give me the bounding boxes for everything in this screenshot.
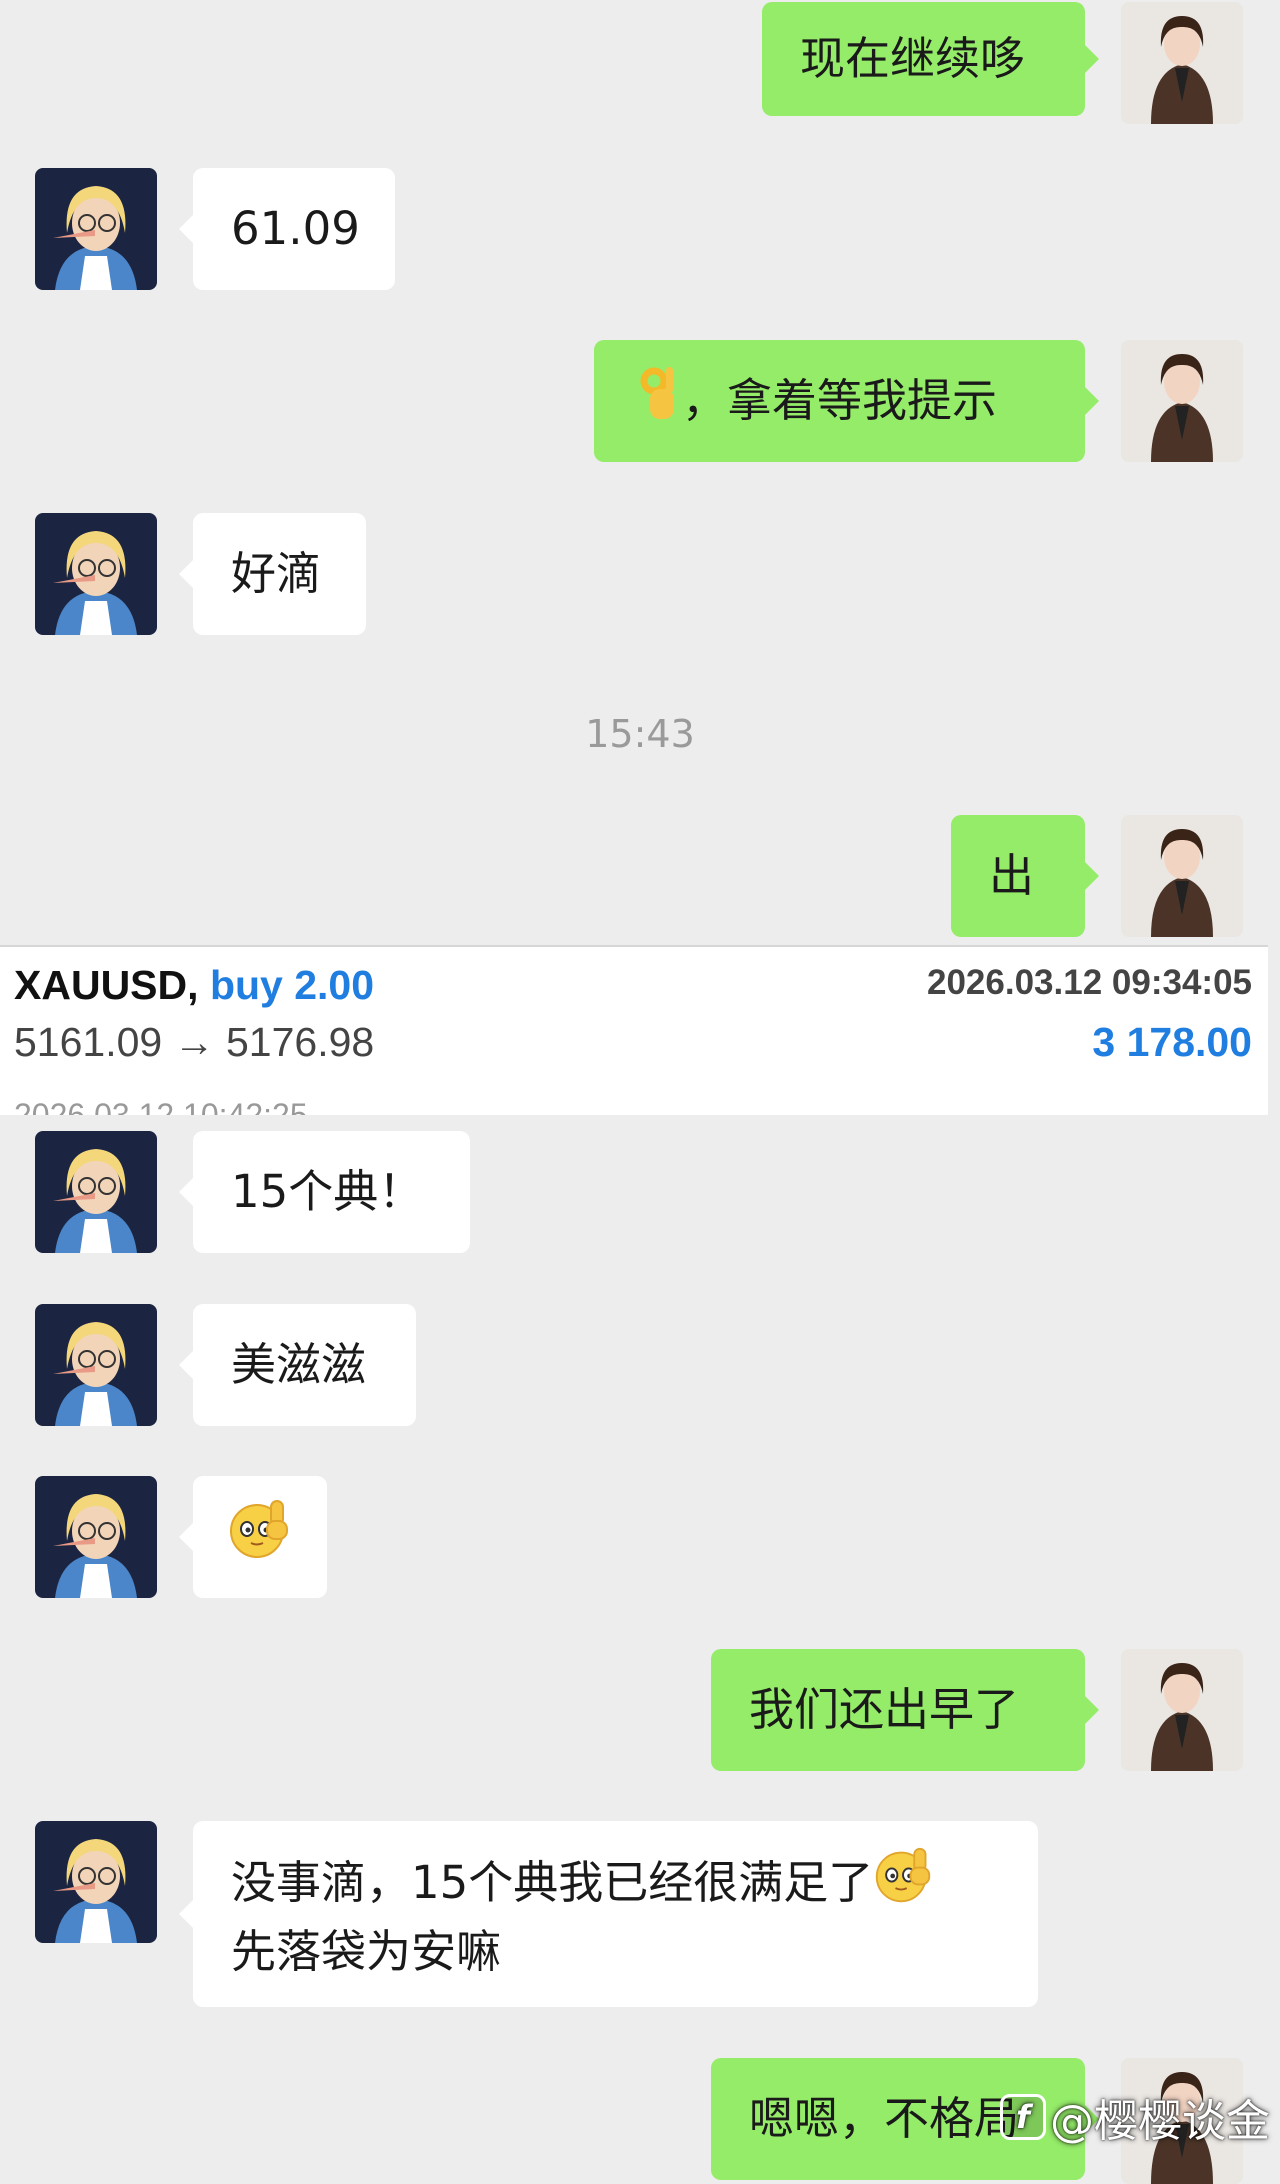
message-bubble-incoming[interactable]: 61.09 [179,168,395,290]
message-text: 美滋滋 [231,1338,367,1391]
contact-avatar[interactable] [35,1476,157,1598]
trade-profit: 3 178.00 [1092,1019,1252,1065]
watermark: f @樱樱谈金 [1000,2085,1270,2149]
trade-symbol-line: XAUUSD, buy 2.00 [14,962,374,1009]
message-bubble-outgoing[interactable]: 出 [951,815,1099,937]
message-text: 现在继续哆 [800,32,1026,85]
my-avatar[interactable] [1121,340,1243,462]
trade-symbol: XAUUSD, [14,962,199,1008]
my-avatar[interactable] [1121,1649,1243,1771]
contact-avatar[interactable] [35,168,157,290]
contact-avatar[interactable] [35,1131,157,1253]
message-bubble-incoming[interactable]: 美滋滋 [179,1304,416,1426]
chat-timestamp: 15:43 [585,712,695,756]
smug-face-emoji-icon [873,1845,933,1921]
my-avatar[interactable] [1121,815,1243,937]
trade-record-card: XAUUSD, buy 2.00 2026.03.12 09:34:05 516… [0,945,1268,1115]
message-text: 出 [989,849,1035,902]
message-bubble-outgoing[interactable]: 我们还出早了 [711,1649,1099,1771]
trade-prices: 5161.09 → 5176.98 [14,1019,375,1065]
message-text: 15个典！ [231,1165,424,1218]
watermark-text: @樱樱谈金 [1050,2096,1270,2147]
message-bubble-incoming[interactable]: 好滴 [179,513,366,635]
ok-hand-emoji-icon [632,365,682,437]
message-bubble-outgoing[interactable]: ，拿着等我提示 [594,340,1099,462]
message-text: 好滴 [231,547,322,600]
contact-avatar[interactable] [35,1821,157,1943]
message-bubble-incoming[interactable]: 15个典！ [179,1131,470,1253]
message-text: 嗯嗯，不格局 [749,2092,1020,2145]
message-bubble-outgoing[interactable]: 现在继续哆 [762,2,1099,116]
contact-avatar[interactable] [35,513,157,635]
message-bubble-incoming[interactable] [179,1476,327,1598]
trade-close-time: 2026.03.12 10:42:25 [14,1097,308,1115]
message-text: 61.09 [231,202,360,255]
trade-open-time: 2026.03.12 09:34:05 [927,963,1252,1002]
message-text: 我们还出早了 [749,1683,1020,1736]
contact-avatar[interactable] [35,1304,157,1426]
message-bubble-incoming[interactable]: 没事滴，15个典我已经很满足了 先落袋为安嘛 [179,1821,1038,2007]
my-avatar[interactable] [1121,2,1243,124]
trade-side: buy 2.00 [209,962,375,1008]
message-text: ，拿着等我提示 [682,374,998,427]
message-text-line1: 没事滴，15个典我已经很满足了 [231,1856,874,1909]
app-logo-icon: f [1000,2094,1046,2140]
smug-face-emoji-icon [227,1497,291,1577]
message-text-line2: 先落袋为安嘛 [231,1925,502,1978]
